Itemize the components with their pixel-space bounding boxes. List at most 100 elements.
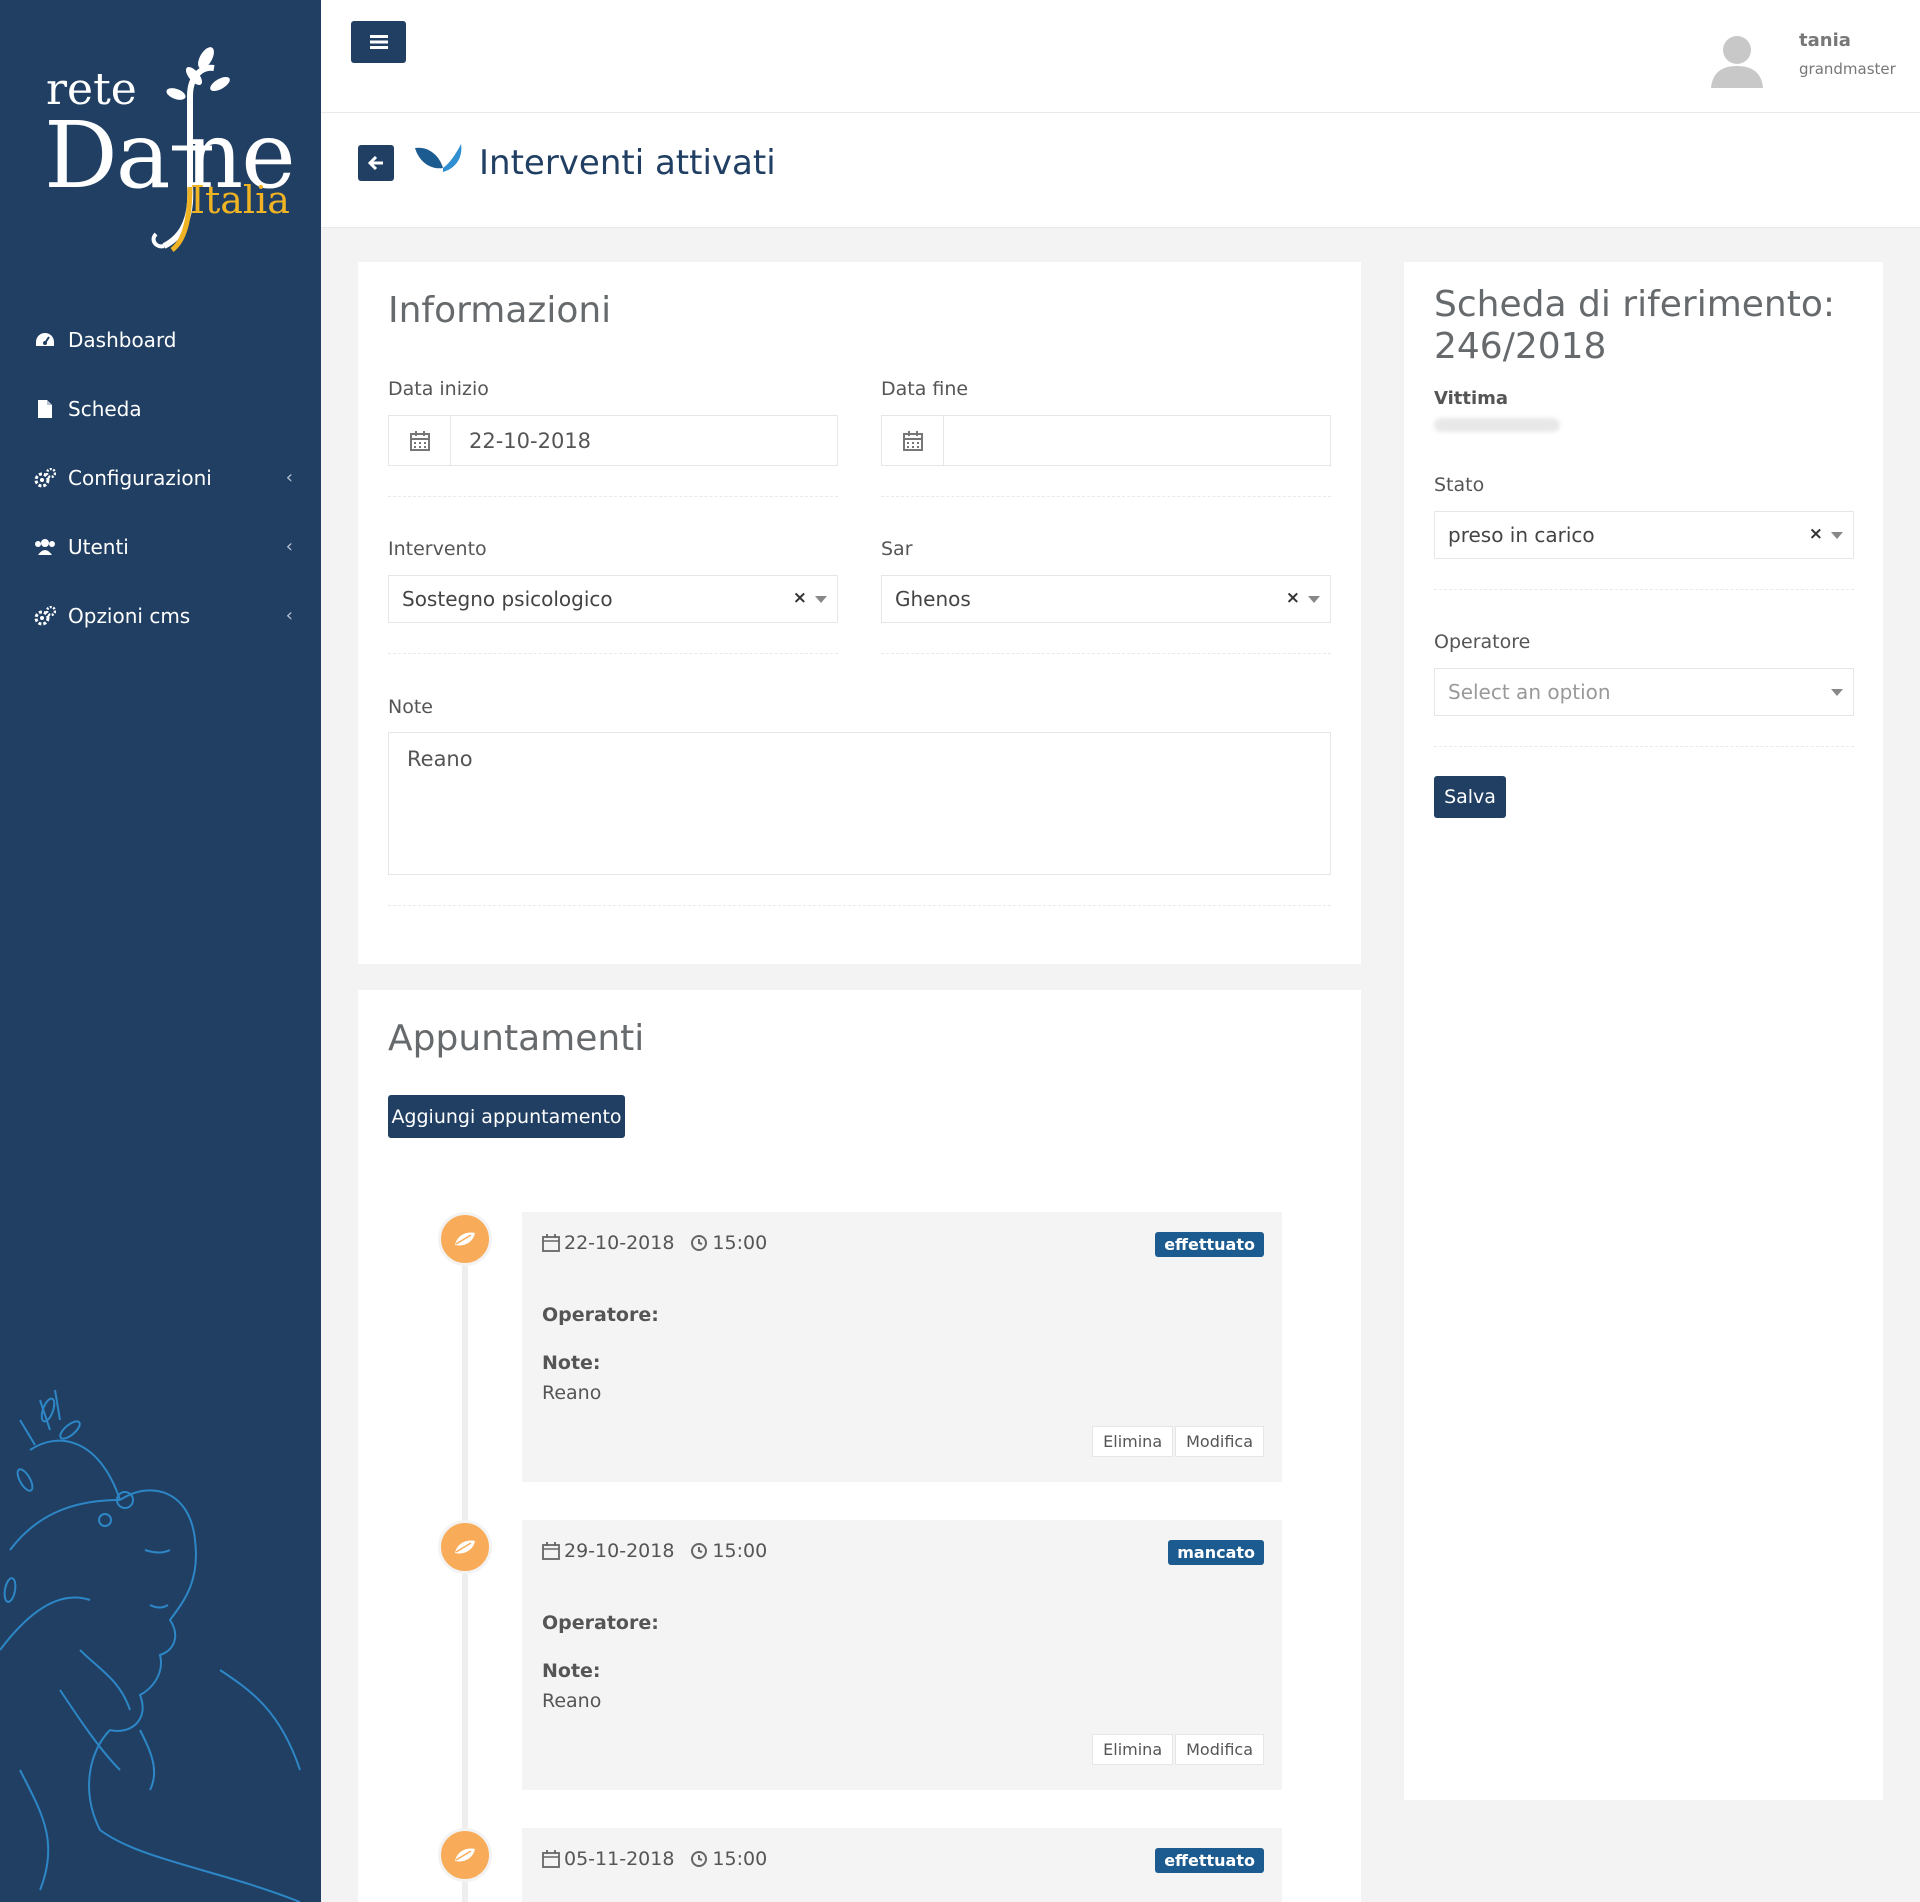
edit-button[interactable]: Modifica: [1175, 1734, 1264, 1765]
data-fine-field[interactable]: [881, 415, 1331, 466]
divider: [388, 496, 838, 497]
chevron-left-icon: ‹: [285, 536, 293, 557]
status-badge: effettuato: [1155, 1232, 1264, 1257]
divider: [388, 905, 1331, 906]
stato-label: Stato: [1434, 474, 1485, 496]
intervento-selected-value: Sostegno psicologico: [402, 587, 613, 611]
clear-icon[interactable]: ×: [793, 588, 807, 608]
appuntamenti-panel: Appuntamenti Aggiungi appuntamento 22-10…: [358, 990, 1361, 1902]
sidebar-nav: Dashboard Scheda Configurazioni ‹ Utenti…: [0, 305, 321, 650]
sidebar: rete Da ne Italia Dashboard Scheda Confi…: [0, 0, 321, 1902]
operatore-label: Operatore: [1434, 631, 1531, 653]
operatore-label: Operatore:: [542, 1304, 659, 1326]
sidebar-item-label: Dashboard: [68, 327, 177, 352]
user-name: tania: [1799, 30, 1851, 51]
appointment-card: 22-10-2018 15:00 effettuato Operatore: N…: [522, 1212, 1282, 1482]
sidebar-item-scheda[interactable]: Scheda: [0, 374, 321, 443]
scheda-number: 246/2018: [1434, 326, 1607, 367]
divider: [881, 496, 1331, 497]
note-label: Note:: [542, 1352, 601, 1374]
calendar-icon[interactable]: [882, 416, 944, 465]
sidebar-item-opzioni-cms[interactable]: Opzioni cms ‹: [0, 581, 321, 650]
vittima-name-redacted: [1434, 418, 1560, 432]
stato-select[interactable]: preso in carico ×: [1434, 511, 1854, 559]
data-inizio-label: Data inizio: [388, 378, 489, 400]
sar-selected-value: Ghenos: [895, 587, 971, 611]
data-fine-label: Data fine: [881, 378, 969, 400]
save-button[interactable]: Salva: [1434, 776, 1506, 818]
note-textarea[interactable]: Reano: [388, 732, 1331, 875]
appointment-time: 15:00: [712, 1540, 768, 1562]
leaf-icon: [415, 144, 462, 172]
calendar-icon: [542, 1234, 560, 1252]
delete-button[interactable]: Elimina: [1092, 1426, 1174, 1457]
scheda-title: Scheda di riferimento:: [1434, 284, 1835, 325]
sidebar-item-configurazioni[interactable]: Configurazioni ‹: [0, 443, 321, 512]
sidebar-item-label: Opzioni cms: [68, 603, 191, 628]
appointment-card: 05-11-2018 15:00 effettuato: [522, 1828, 1282, 1902]
data-inizio-field[interactable]: 22-10-2018: [388, 415, 838, 466]
back-button[interactable]: [358, 145, 394, 181]
hamburger-icon: [369, 35, 388, 49]
scheda-panel: Scheda di riferimento: 246/2018 Vittima …: [1404, 262, 1883, 1800]
appointment-date: 29-10-2018: [564, 1540, 675, 1562]
calendar-icon[interactable]: [389, 416, 451, 465]
sar-select[interactable]: Ghenos ×: [881, 575, 1331, 623]
chevron-left-icon: ‹: [285, 605, 293, 626]
divider: [881, 653, 1331, 654]
note-label: Note: [388, 696, 433, 718]
gears-icon: [34, 467, 56, 489]
sidebar-item-dashboard[interactable]: Dashboard: [0, 305, 321, 374]
appuntamenti-title: Appuntamenti: [388, 1018, 645, 1059]
arrow-left-icon: [368, 156, 383, 170]
caret-down-icon[interactable]: [1831, 689, 1843, 696]
user-role: grandmaster: [1799, 60, 1896, 78]
users-icon: [34, 536, 56, 558]
caret-down-icon[interactable]: [1831, 532, 1843, 539]
clock-icon: [691, 1851, 708, 1867]
note-label: Note:: [542, 1660, 601, 1682]
appointment-time: 15:00: [712, 1848, 768, 1870]
gears-icon: [34, 605, 56, 627]
operatore-select[interactable]: Select an option: [1434, 668, 1854, 716]
clock-icon: [691, 1543, 708, 1559]
caret-down-icon[interactable]: [815, 596, 827, 603]
appointment-time: 15:00: [712, 1232, 768, 1254]
rete-dafne-logo[interactable]: rete Da ne Italia: [44, 36, 296, 266]
divider: [1434, 589, 1854, 590]
clock-icon: [691, 1235, 708, 1251]
topbar: tania grandmaster: [321, 0, 1920, 113]
operatore-label: Operatore:: [542, 1612, 659, 1634]
calendar-icon: [542, 1542, 560, 1560]
daphne-illustration-icon: [0, 1390, 301, 1902]
logo-text-da: Da: [44, 102, 171, 209]
stato-selected-value: preso in carico: [1448, 523, 1595, 547]
menu-toggle-button[interactable]: [351, 21, 406, 63]
appointment-date: 22-10-2018: [564, 1232, 675, 1254]
vittima-label: Vittima: [1434, 388, 1509, 409]
data-inizio-input[interactable]: 22-10-2018: [451, 416, 837, 465]
status-badge: mancato: [1168, 1540, 1264, 1565]
informazioni-title: Informazioni: [388, 290, 612, 331]
intervento-select[interactable]: Sostegno psicologico ×: [388, 575, 838, 623]
informazioni-panel: Informazioni Data inizio 22-10-2018 Data…: [358, 262, 1361, 964]
divider: [1434, 746, 1854, 747]
caret-down-icon[interactable]: [1308, 596, 1320, 603]
logo-text-italia: Italia: [190, 178, 290, 222]
sidebar-item-label: Scheda: [68, 396, 142, 421]
clear-icon[interactable]: ×: [1809, 524, 1823, 544]
status-badge: effettuato: [1155, 1848, 1264, 1873]
avatar[interactable]: [1707, 28, 1767, 88]
intervento-label: Intervento: [388, 538, 487, 560]
note-value: Reano: [542, 1690, 602, 1712]
page-heading: Interventi attivati: [321, 113, 1920, 228]
clear-icon[interactable]: ×: [1286, 588, 1300, 608]
delete-button[interactable]: Elimina: [1092, 1734, 1174, 1765]
sidebar-item-utenti[interactable]: Utenti ‹: [0, 512, 321, 581]
data-fine-input[interactable]: [944, 416, 1330, 465]
edit-button[interactable]: Modifica: [1175, 1426, 1264, 1457]
add-appointment-button[interactable]: Aggiungi appuntamento: [388, 1095, 625, 1138]
page-title: Interventi attivati: [479, 143, 776, 183]
timeline-leaf-icon: [438, 1212, 492, 1266]
note-value: Reano: [542, 1382, 602, 1404]
